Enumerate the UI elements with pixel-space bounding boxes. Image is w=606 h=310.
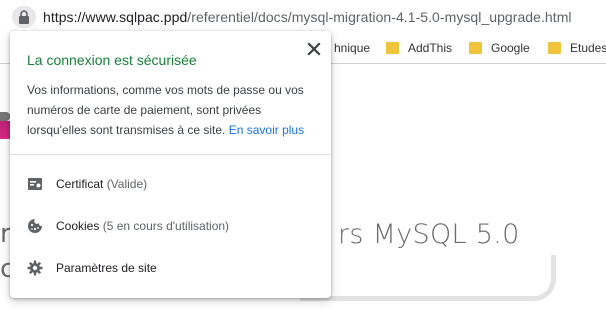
- certificate-status: (Valide): [106, 177, 148, 191]
- certificate-label: Certificat (Valide): [56, 177, 147, 191]
- divider: [10, 154, 331, 155]
- popup-description: Vos informations, comme vos mots de pass…: [27, 80, 317, 140]
- bookmark-label: hnique: [334, 41, 371, 55]
- site-settings-row[interactable]: Paramètres de site: [10, 250, 331, 286]
- bookmark-item[interactable]: Etudes: [548, 41, 606, 59]
- url-path: /referentiel/docs/mysql-migration-4.1-5.…: [187, 9, 572, 25]
- bookmark-item[interactable]: AddThis: [386, 41, 452, 59]
- gear-icon: [27, 260, 43, 276]
- page-decoration: [300, 255, 556, 301]
- cookies-label-text: Cookies: [56, 219, 100, 233]
- lock-icon[interactable]: [12, 6, 36, 28]
- folder-icon: [386, 42, 399, 54]
- bookmark-label: Etudes: [570, 41, 606, 55]
- cookies-label: Cookies (5 en cours d'utilisation): [56, 219, 229, 233]
- site-settings-label: Paramètres de site: [56, 261, 157, 275]
- certificate-label-text: Certificat: [56, 177, 104, 191]
- page-title: rs MySQL 5.0: [338, 219, 520, 250]
- folder-icon: [469, 42, 482, 54]
- learn-more-link[interactable]: En savoir plus: [229, 123, 304, 137]
- address-bar[interactable]: https://www.sqlpac.ppd/referentiel/docs/…: [0, 0, 606, 34]
- certificate-icon: [27, 176, 43, 192]
- close-icon[interactable]: [306, 41, 322, 57]
- cookie-icon: [27, 218, 43, 234]
- folder-icon: [548, 42, 561, 54]
- site-info-popup: La connexion est sécurisée Vos informati…: [10, 31, 331, 298]
- popup-title: La connexion est sécurisée: [27, 52, 197, 68]
- certificate-row[interactable]: Certificat (Valide): [10, 166, 331, 202]
- bookmark-item[interactable]: Google: [469, 41, 530, 59]
- cookies-status: (5 en cours d'utilisation): [102, 219, 230, 233]
- cookies-row[interactable]: Cookies (5 en cours d'utilisation): [10, 208, 331, 244]
- bookmark-label: Google: [491, 41, 530, 55]
- url-domain: https://www.sqlpac.ppd: [43, 9, 188, 25]
- bookmark-item[interactable]: hnique: [334, 41, 370, 59]
- url-text[interactable]: https://www.sqlpac.ppd/referentiel/docs/…: [43, 9, 572, 25]
- bookmark-label: AddThis: [408, 41, 453, 55]
